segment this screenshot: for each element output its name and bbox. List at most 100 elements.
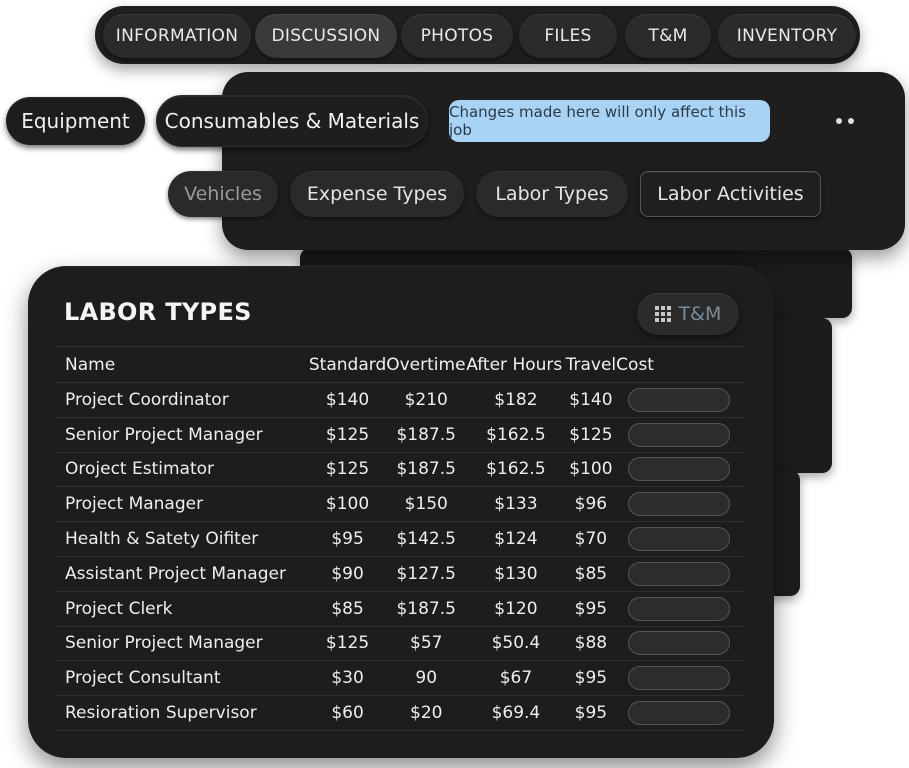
table-header-row: Name Standard Overtime After Hours Trave… <box>56 346 744 383</box>
header-after-hours: After Hours <box>466 346 566 383</box>
labor-types-card: LABOR TYPES T&M Name Standard Overtime A… <box>28 266 774 758</box>
tab-photos[interactable]: PHOTOS <box>401 14 513 58</box>
cell-cost <box>616 382 744 418</box>
cell-travel: $140 <box>565 382 617 418</box>
table-row: Senior Project Manager $125 $187.5 $162.5 $1… <box>56 417 744 453</box>
cell-travel: $88 <box>565 626 617 662</box>
table-row: Assistant Project Manager $90 $127.5 $130 $8… <box>56 556 744 592</box>
cost-input[interactable] <box>628 422 731 447</box>
cell-name: Assistant Project Manager <box>56 556 309 592</box>
cell-travel: $70 <box>565 521 617 557</box>
table-row: Project Consultant $30 90 $67 $95 <box>56 660 744 697</box>
table-row: Oroject Estimator $125 $187.5 $162.5 $100 <box>56 452 744 488</box>
cell-after-hours: $162.5 <box>466 417 566 453</box>
cell-name: Health & Satety Oifiter <box>56 521 309 557</box>
cell-overtime: $150 <box>386 486 467 523</box>
cell-after-hours: $162.5 <box>466 452 566 488</box>
tab-discussion[interactable]: DISCUSSION <box>255 14 397 58</box>
cell-cost <box>616 521 744 557</box>
cell-overtime: $57 <box>386 626 467 662</box>
cell-standard: $95 <box>308 521 387 557</box>
table-row: Senior Project Manager $125 $57 $50.4 $88 <box>56 626 744 662</box>
cell-name: Project Consultant <box>56 660 309 697</box>
cell-cost <box>616 452 744 488</box>
cell-standard: $30 <box>308 660 387 697</box>
cell-cost <box>616 591 744 627</box>
cell-name: Project Coordinator <box>56 382 309 418</box>
cell-name: Senior Project Manager <box>56 417 309 453</box>
tab-information[interactable]: INFORMATION <box>103 14 251 58</box>
cell-overtime: 90 <box>386 660 467 697</box>
subtab-vehicles[interactable]: Vehicles <box>168 171 278 217</box>
cost-input[interactable] <box>628 666 731 691</box>
table-row: Resioration Supervisor $60 $20 $69.4 $95 <box>56 695 744 731</box>
card-title: LABOR TYPES <box>64 298 252 326</box>
cell-travel: $100 <box>565 452 617 488</box>
cell-travel: $95 <box>565 695 617 731</box>
cell-travel: $95 <box>565 591 617 627</box>
cell-overtime: $20 <box>386 695 467 731</box>
cell-overtime: $127.5 <box>386 556 467 592</box>
cell-after-hours: $67 <box>466 660 566 697</box>
cell-travel: $125 <box>565 417 617 453</box>
grid-icon <box>654 306 671 322</box>
cost-input[interactable] <box>628 701 731 726</box>
cell-standard: $125 <box>308 626 387 662</box>
cell-overtime: $210 <box>386 382 467 418</box>
cost-input[interactable] <box>628 631 731 656</box>
cost-input[interactable] <box>628 561 731 586</box>
tab-tm[interactable]: T&M <box>625 14 711 58</box>
cell-after-hours: $130 <box>466 556 566 592</box>
subtab-labor-activities[interactable]: Labor Activities <box>640 171 821 217</box>
cell-after-hours: $133 <box>466 486 566 523</box>
cell-after-hours: $182 <box>466 382 566 418</box>
subtab-labor-types[interactable]: Labor Types <box>476 171 628 217</box>
cost-input[interactable] <box>628 387 731 412</box>
cell-standard: $125 <box>308 452 387 488</box>
cell-after-hours: $124 <box>466 521 566 557</box>
cell-standard: $125 <box>308 417 387 453</box>
cell-cost <box>616 660 744 697</box>
tab-files[interactable]: FILES <box>519 14 617 58</box>
header-standard: Standard <box>308 346 387 383</box>
table-row: Project Coordinator $140 $210 $182 $140 <box>56 382 744 418</box>
cell-standard: $60 <box>308 695 387 731</box>
header-name: Name <box>56 346 309 383</box>
cell-name: Senior Project Manager <box>56 626 309 662</box>
cell-name: Project Clerk <box>56 591 309 627</box>
cost-input[interactable] <box>628 457 731 482</box>
labor-types-table: Name Standard Overtime After Hours Trave… <box>56 346 744 731</box>
cell-overtime: $187.5 <box>386 591 467 627</box>
cell-overtime: $187.5 <box>386 452 467 488</box>
cost-input[interactable] <box>628 596 731 621</box>
tab-inventory[interactable]: INVENTORY <box>718 14 856 58</box>
cell-name: Project Manager <box>56 486 309 523</box>
cell-travel: $95 <box>565 660 617 697</box>
header-cost: Cost <box>616 346 744 383</box>
cell-cost <box>616 556 744 592</box>
cell-standard: $90 <box>308 556 387 592</box>
header-travel: Travel <box>565 346 617 383</box>
cell-cost <box>616 695 744 731</box>
tm-button-label: T&M <box>678 303 722 325</box>
consumables-materials-button[interactable]: Consumables & Materials <box>156 95 428 147</box>
table-row: Health & Satety Oifiter $95 $142.5 $124 $70 <box>56 521 744 557</box>
cell-cost <box>616 486 744 523</box>
cell-standard: $140 <box>308 382 387 418</box>
cell-standard: $85 <box>308 591 387 627</box>
cell-standard: $100 <box>308 486 387 523</box>
cell-travel: $85 <box>565 556 617 592</box>
job-scope-notice: Changes made here will only affect this … <box>449 100 770 142</box>
cost-input[interactable] <box>628 492 731 517</box>
equipment-button[interactable]: Equipment <box>6 97 145 145</box>
cell-name: Oroject Estimator <box>56 452 309 488</box>
cost-input[interactable] <box>628 527 731 552</box>
more-options-icon[interactable] <box>836 114 866 128</box>
subtab-expense-types[interactable]: Expense Types <box>290 171 464 217</box>
cell-overtime: $142.5 <box>386 521 467 557</box>
cell-overtime: $187.5 <box>386 417 467 453</box>
top-tab-bar: INFORMATION DISCUSSION PHOTOS FILES T&M … <box>95 6 860 64</box>
tm-button[interactable]: T&M <box>637 293 739 335</box>
cell-cost <box>616 626 744 662</box>
table-row: Project Clerk $85 $187.5 $120 $95 <box>56 591 744 627</box>
